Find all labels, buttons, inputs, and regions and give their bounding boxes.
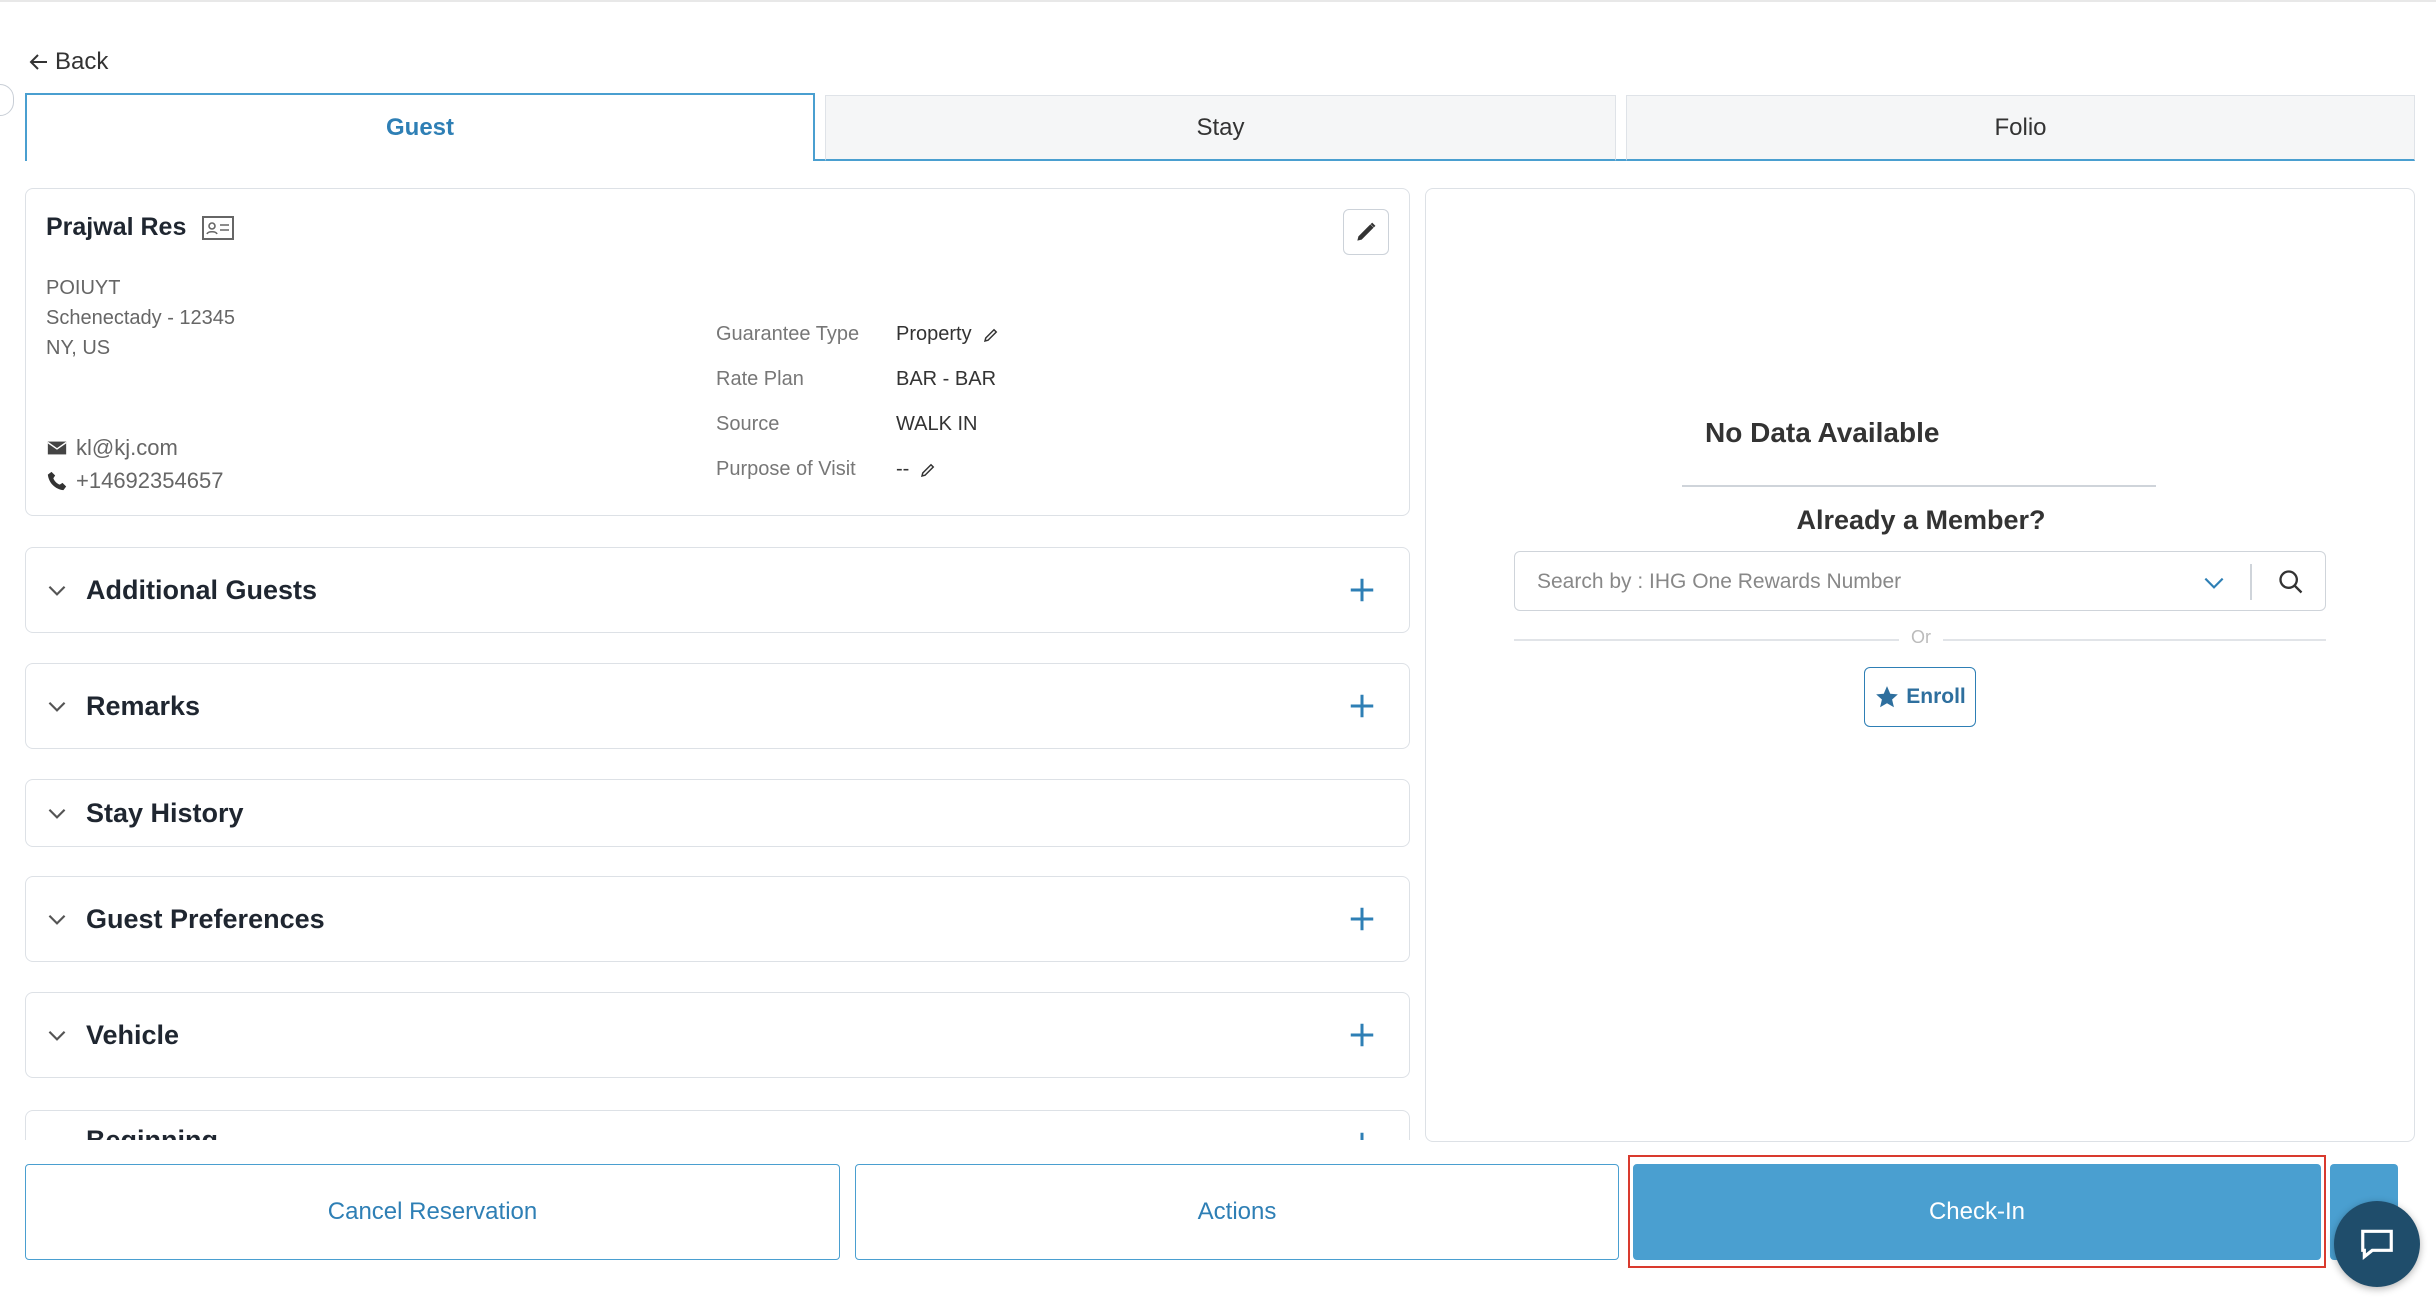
guest-contact: kl@kj.com +14692354657	[46, 431, 223, 497]
section-title: Remarks	[86, 690, 201, 721]
guest-name: Prajwal Res	[46, 213, 187, 241]
chevron-down-icon	[48, 808, 66, 819]
section-clipped-card: Beginning	[25, 1110, 1410, 1140]
sidebar-toggle[interactable]	[0, 84, 14, 116]
guest-phone[interactable]: +14692354657	[76, 464, 223, 497]
section-remarks[interactable]: Remarks	[25, 663, 1410, 749]
plus-icon[interactable]	[1347, 691, 1377, 721]
highlight-outline	[1628, 1155, 2326, 1268]
address-line-3: NY, US	[46, 337, 111, 359]
back-button[interactable]: Back	[27, 48, 108, 76]
chevron-down-icon[interactable]	[2201, 570, 2227, 596]
or-label-wrap: Or	[1426, 627, 2416, 648]
plus-icon[interactable]	[1347, 1020, 1377, 1050]
guarantee-type-value-wrap: Property	[896, 323, 1000, 346]
section-title: Stay History	[86, 797, 244, 828]
member-heading: Already a Member?	[1796, 505, 2046, 535]
guest-header: Prajwal Res	[46, 213, 235, 242]
id-card-icon[interactable]	[202, 215, 235, 241]
chevron-down-icon	[48, 585, 66, 596]
actions-button[interactable]: Actions	[855, 1164, 1619, 1260]
source-row: Source WALK IN	[716, 413, 1000, 458]
section-partial-clipped[interactable]: Beginning	[25, 1110, 1410, 1140]
guest-email[interactable]: kl@kj.com	[76, 431, 178, 464]
pencil-icon[interactable]	[919, 461, 937, 479]
purpose-value: --	[896, 458, 910, 480]
address-line-1: POIUYT	[46, 277, 121, 299]
address-line-2: Schenectady - 12345	[46, 307, 236, 329]
guest-card: Prajwal Res POIUYT Schenectady - 12345 N…	[25, 188, 1410, 516]
phone-row: +14692354657	[46, 464, 223, 497]
plus-icon[interactable]	[1347, 575, 1377, 605]
plus-icon[interactable]	[1347, 904, 1377, 934]
tab-guest[interactable]: Guest	[25, 93, 815, 161]
search-icon[interactable]	[2277, 568, 2305, 596]
chevron-down-icon	[48, 701, 66, 712]
rewards-search	[1514, 551, 2326, 611]
rate-plan-label: Rate Plan	[716, 368, 804, 390]
phone-icon	[47, 471, 67, 490]
rate-plan-value: BAR - BAR	[896, 368, 997, 390]
enroll-label: Enroll	[1906, 685, 1966, 708]
or-label: Or	[1899, 627, 1943, 647]
divider	[1682, 485, 2156, 487]
reservation-details: Guarantee Type Property Rate Plan BAR - …	[716, 323, 1000, 503]
arrow-left-icon	[29, 54, 47, 70]
source-label: Source	[716, 413, 780, 435]
tab-bar: Guest Stay Folio	[25, 93, 2415, 163]
purpose-label: Purpose of Visit	[716, 458, 856, 480]
email-row: kl@kj.com	[46, 431, 223, 464]
chat-button[interactable]	[2334, 1201, 2420, 1287]
star-icon	[1876, 686, 1899, 708]
rewards-search-input[interactable]	[1535, 566, 2179, 598]
purpose-row: Purpose of Visit --	[716, 458, 1000, 503]
tab-folio[interactable]: Folio	[1626, 95, 2415, 161]
section-guest-preferences[interactable]: Guest Preferences	[25, 876, 1410, 962]
no-data-message: No Data Available	[1705, 417, 1940, 448]
tab-stay[interactable]: Stay	[825, 95, 1616, 161]
envelope-icon	[47, 441, 67, 454]
plus-icon[interactable]	[1347, 1129, 1377, 1140]
enroll-button[interactable]: Enroll	[1864, 667, 1976, 727]
purpose-value-wrap: --	[896, 458, 937, 481]
pencil-icon	[1357, 222, 1376, 241]
chevron-down-icon	[48, 1030, 66, 1041]
top-divider	[0, 0, 2436, 2]
loyalty-panel: No Data Available Already a Member? Or E…	[1425, 188, 2415, 1142]
source-value: WALK IN	[896, 413, 978, 435]
guarantee-type-label: Guarantee Type	[716, 323, 860, 345]
chevron-down-icon	[48, 914, 66, 925]
pencil-icon[interactable]	[982, 326, 1000, 344]
back-label: Back	[55, 48, 109, 75]
section-stay-history[interactable]: Stay History	[25, 779, 1410, 847]
section-title: Additional Guests	[86, 574, 318, 605]
edit-guest-button[interactable]	[1343, 209, 1389, 255]
cancel-reservation-button[interactable]: Cancel Reservation	[25, 1164, 840, 1260]
section-additional-guests[interactable]: Additional Guests	[25, 547, 1410, 633]
search-separator	[2250, 564, 2252, 600]
rate-plan-row: Rate Plan BAR - BAR	[716, 368, 1000, 413]
section-title: Vehicle	[86, 1019, 180, 1050]
section-vehicle[interactable]: Vehicle	[25, 992, 1410, 1078]
chat-icon	[2361, 1229, 2393, 1260]
section-title: Guest Preferences	[86, 903, 325, 934]
guarantee-type-value: Property	[896, 323, 972, 345]
section-title: Beginning	[86, 1125, 218, 1140]
guarantee-type-row: Guarantee Type Property	[716, 323, 1000, 368]
guest-address: POIUYT Schenectady - 12345 NY, US	[46, 273, 235, 363]
